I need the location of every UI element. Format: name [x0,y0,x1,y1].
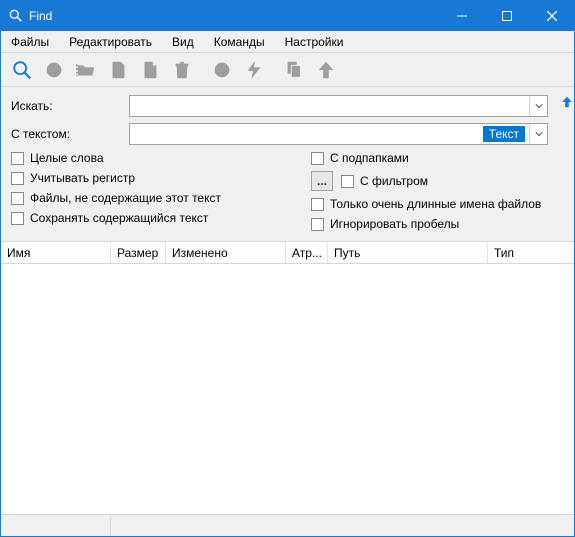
trash-icon[interactable] [167,55,197,85]
results-header: Имя Размер Изменено Атр... Путь Тип [1,242,574,264]
up-arrow-icon[interactable] [311,55,341,85]
app-icon [9,9,23,23]
status-cell-1 [1,515,111,536]
opt-long-names[interactable]: Только очень длинные имена файлов [311,197,541,211]
opt-files-not-containing[interactable]: Файлы, не содержащие этот текст [11,191,311,205]
opt-ignore-spaces[interactable]: Игнорировать пробелы [311,217,541,231]
text-label: С текстом: [11,127,129,141]
text-select-highlight: Текст [483,126,525,142]
maximize-button[interactable] [484,1,529,31]
window-title: Find [29,9,439,23]
menu-commands[interactable]: Команды [204,31,275,52]
text-combo[interactable]: Текст [129,123,548,145]
chevron-down-icon[interactable] [529,96,547,116]
text-input[interactable] [130,124,529,144]
start-search-icon[interactable] [558,95,575,109]
toolbar [1,53,574,87]
minimize-button[interactable] [439,1,484,31]
menu-edit[interactable]: Редактировать [59,31,162,52]
opt-case-sensitive[interactable]: Учитывать регистр [11,171,311,185]
page-icon[interactable] [103,55,133,85]
opt-whole-words[interactable]: Целые слова [11,151,311,165]
results-list[interactable] [1,264,574,514]
col-size[interactable]: Размер [111,242,166,263]
chevron-down-icon[interactable] [529,124,547,144]
titlebar: Find [1,1,574,31]
search-form: Искать: С текстом: Текст Целые слова Учи… [1,87,574,242]
copy-icon[interactable] [279,55,309,85]
folder-dashed-icon[interactable] [71,55,101,85]
options-grid: Целые слова Учитывать регистр Файлы, не … [11,151,548,231]
search-combo[interactable] [129,95,548,117]
record-icon[interactable] [39,55,69,85]
search-icon[interactable] [7,55,37,85]
new-page-icon[interactable] [135,55,165,85]
window-controls [439,1,574,31]
filter-browse-button[interactable]: ... [311,171,333,191]
col-name[interactable]: Имя [1,242,111,263]
status-cell-2 [111,515,574,536]
search-input[interactable] [130,96,529,116]
menu-settings[interactable]: Настройки [275,31,354,52]
menu-files[interactable]: Файлы [1,31,59,52]
find-window: Find Файлы Редактировать Вид Команды Нас… [0,0,575,537]
statusbar [1,514,574,536]
circle-icon[interactable] [207,55,237,85]
search-label: Искать: [11,99,129,113]
col-attr[interactable]: Атр... [286,242,328,263]
col-modified[interactable]: Изменено [166,242,286,263]
opt-subfolders[interactable]: С подпапками [311,151,541,165]
col-path[interactable]: Путь [328,242,488,263]
close-button[interactable] [529,1,574,31]
col-type[interactable]: Тип [488,242,574,263]
lightning-icon[interactable] [239,55,269,85]
opt-save-contained-text[interactable]: Сохранять содержащийся текст [11,211,311,225]
menu-view[interactable]: Вид [162,31,204,52]
opt-filter[interactable]: С фильтром [341,174,428,188]
menubar: Файлы Редактировать Вид Команды Настройк… [1,31,574,53]
